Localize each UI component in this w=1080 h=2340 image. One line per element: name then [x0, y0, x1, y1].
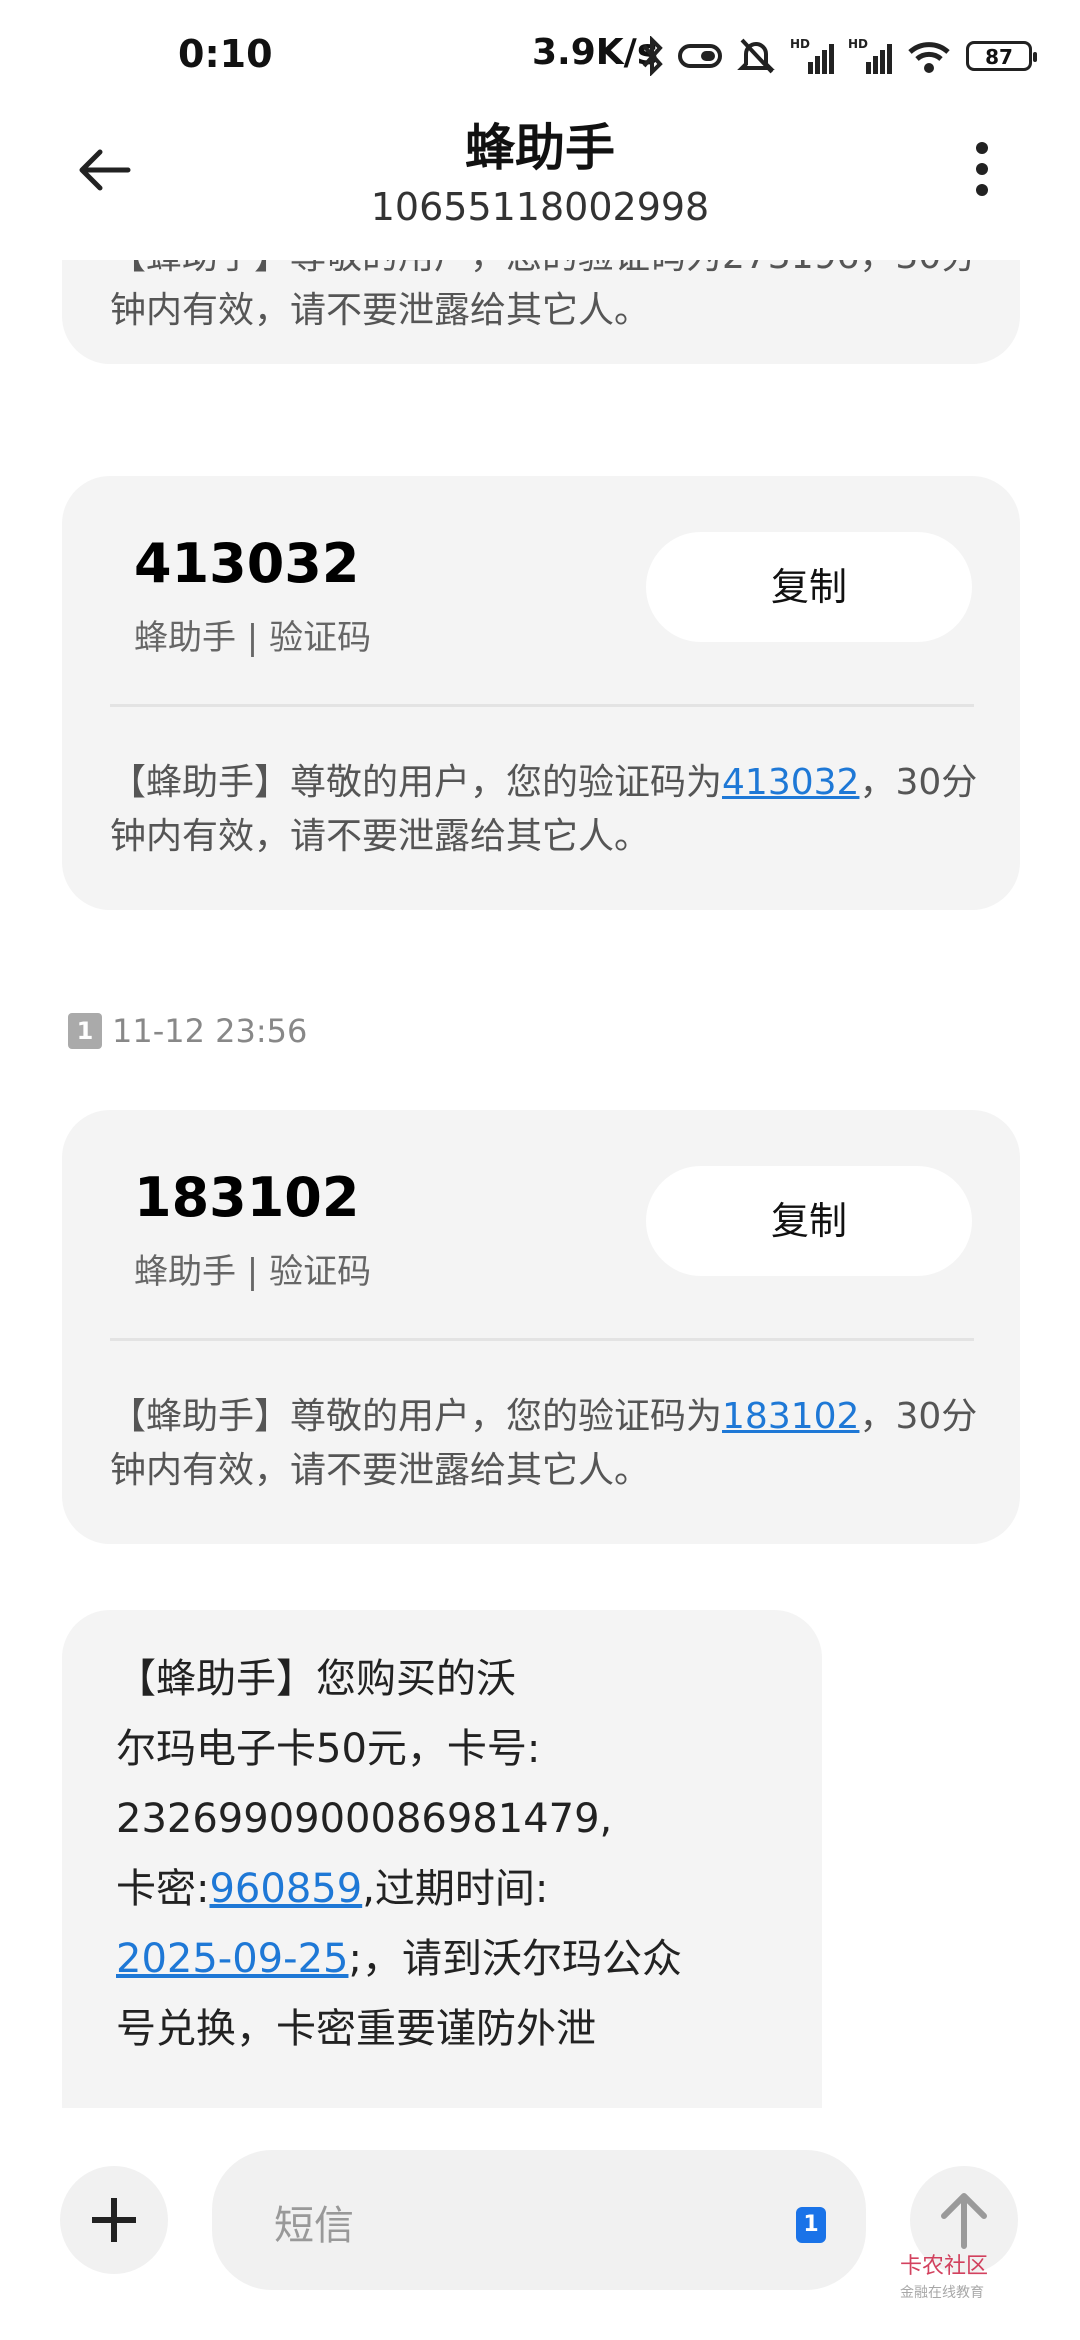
message-text: 【蜂助手】尊敬的用户，您的验证码为183102，30分 钟内有效，请不要泄露给其…	[110, 1390, 990, 1498]
divider	[110, 704, 974, 707]
svg-text:HD: HD	[790, 37, 810, 51]
card-password-link[interactable]: 960859	[209, 1866, 362, 1912]
card-subtitle: 蜂助手 | 验证码	[134, 1252, 372, 1292]
signal-icon-1: HD	[790, 37, 834, 74]
message-prefix: 【蜂助手】尊敬的用户，您的验证码为	[110, 1396, 723, 1437]
message-date: 11-12 23:56	[112, 1012, 308, 1050]
bluetooth-icon	[642, 36, 663, 76]
watermark-text: 卡农社区	[900, 2254, 989, 2279]
copy-button[interactable]: 复制	[646, 532, 972, 642]
message-suffix: ，30分	[859, 1396, 978, 1437]
message-line: 【蜂助手】您购买的沃	[116, 1656, 516, 1702]
toggle-icon	[678, 44, 722, 68]
add-attachment-button[interactable]	[60, 2166, 168, 2274]
verification-code: 413032	[134, 532, 360, 595]
watermark-subtext: 金融在线教育	[900, 2285, 984, 2301]
mute-icon	[737, 38, 775, 74]
sim-icon: 1	[68, 1013, 102, 1049]
conversation-title: 蜂助手	[465, 119, 615, 177]
message-line: 号兑换，卡密重要谨防外泄	[116, 2006, 596, 2052]
verification-card[interactable]: 413032 蜂助手 | 验证码 复制 【蜂助手】尊敬的用户，您的验证码为413…	[62, 476, 1020, 910]
verification-code: 183102	[134, 1166, 360, 1229]
sender-number: 10655118002998	[370, 185, 710, 229]
status-time: 0:10	[178, 32, 273, 76]
message-prefix: 卡密:	[116, 1866, 210, 1912]
message-text: 【蜂助手】您购买的沃 尔玛电子卡50元，卡号: 2326990900086981…	[116, 1644, 806, 2064]
copy-button[interactable]: 复制	[646, 1166, 972, 1276]
message-line: 尔玛电子卡50元，卡号:	[116, 1726, 541, 1772]
code-link[interactable]: 183102	[722, 1396, 859, 1437]
battery-icon: 87	[966, 41, 1037, 71]
wifi-icon	[908, 42, 950, 73]
message-text: 【蜂助手】尊敬的用户，您的验证码为413032，30分 钟内有效，请不要泄露给其…	[110, 756, 990, 864]
date-link[interactable]: 2025-09-25	[116, 1936, 348, 1982]
card-subtitle: 蜂助手 | 验证码	[134, 618, 372, 658]
message-line: 2326990900086981479,	[116, 1796, 613, 1842]
more-options-icon[interactable]	[972, 142, 992, 196]
message-suffix: ;，请到沃尔玛公众	[348, 1936, 682, 1982]
message-line: 钟内有效，请不要泄露给其它人。	[110, 1450, 651, 1491]
code-link[interactable]: 413032	[722, 762, 859, 803]
verification-card[interactable]: 183102 蜂助手 | 验证码 复制 【蜂助手】尊敬的用户，您的验证码为183…	[62, 1110, 1020, 1544]
divider	[110, 1338, 974, 1341]
sim-select-badge[interactable]: 1	[796, 2207, 826, 2243]
message-bubble[interactable]: 【蜂助手】您购买的沃 尔玛电子卡50元，卡号: 2326990900086981…	[62, 1610, 822, 2110]
message-suffix: ,过期时间:	[362, 1866, 549, 1912]
svg-text:HD: HD	[848, 37, 868, 51]
message-line: 钟内有效，请不要泄露给其它人。	[110, 290, 651, 331]
message-line: 钟内有效，请不要泄露给其它人。	[110, 816, 651, 857]
message-suffix: ，30分	[859, 762, 978, 803]
status-icons: HD HD 87	[640, 34, 1037, 78]
signal-icon-2: HD	[848, 37, 892, 74]
message-prefix: 【蜂助手】尊敬的用户，您的验证码为	[110, 762, 723, 803]
watermark: 卡农社区 金融在线教育	[900, 2254, 988, 2306]
date-separator: 1 11-12 23:56	[68, 1012, 307, 1050]
status-bar: 0:10 3.9K/s HD HD 87	[0, 0, 1080, 110]
input-placeholder: 短信	[274, 2203, 354, 2249]
